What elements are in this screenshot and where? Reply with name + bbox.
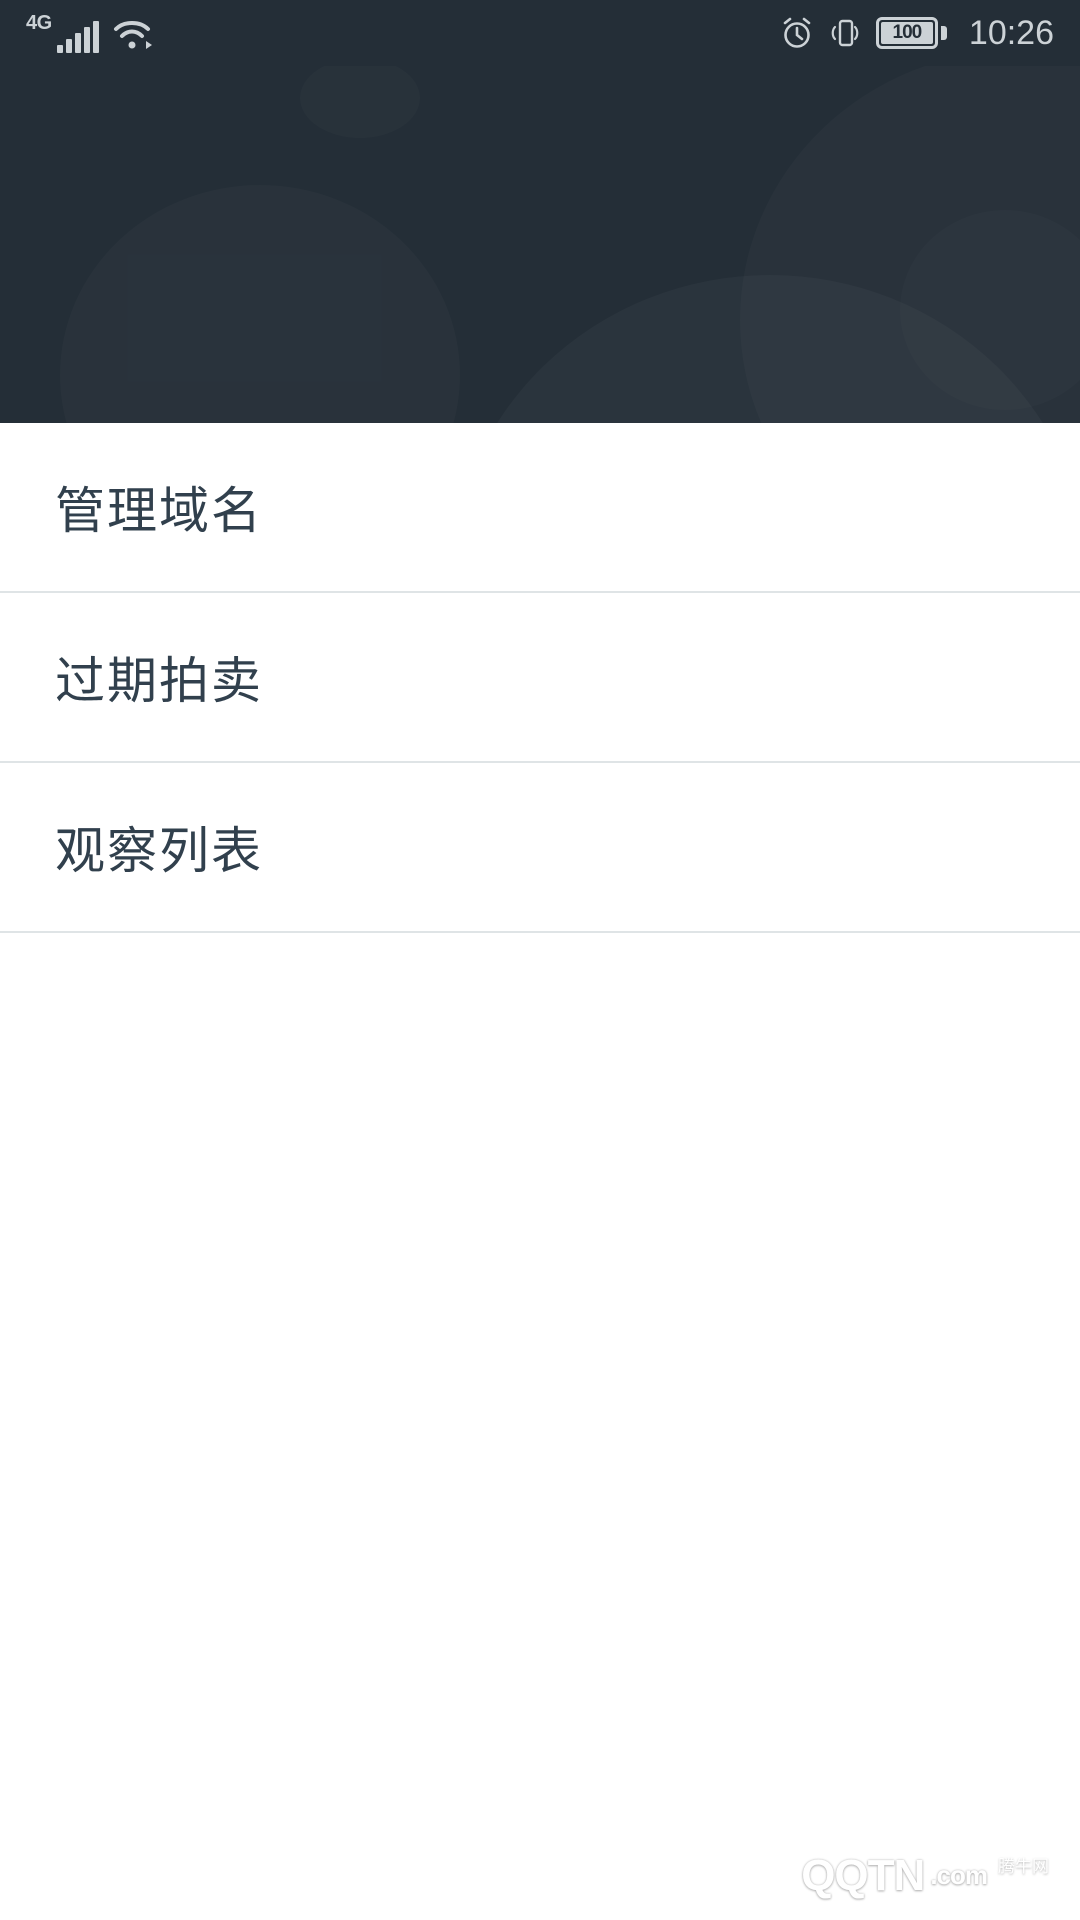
alarm-clock-icon [783, 17, 811, 48]
menu-item-label: 管理域名 [55, 482, 263, 540]
cellular-indicator: 4G [26, 13, 99, 53]
header-blob-decoration [300, 58, 420, 138]
battery-level: 100 [880, 22, 933, 44]
header-blob-decoration [60, 185, 460, 423]
watermark-suffix: .com [930, 1860, 988, 1890]
network-type-label: 4G [26, 12, 52, 34]
app-screen: AKING matthew 4G [0, 0, 1080, 1920]
battery-cap [940, 26, 947, 40]
status-bar: 4G 100 10:26 [0, 0, 1080, 66]
battery-body: 100 [875, 17, 938, 49]
menu-item-manage-domains[interactable]: 管理域名 [0, 423, 1080, 593]
drawer-menu-list: 管理域名 过期拍卖 观察列表 [0, 423, 1080, 933]
watermark: QQTN .com 腾牛网 [743, 1849, 1058, 1902]
status-bar-clock: 10:26 [968, 13, 1054, 52]
signal-bars-icon [56, 21, 99, 53]
menu-item-label: 观察列表 [55, 822, 263, 880]
menu-item-label: 过期拍卖 [55, 652, 263, 710]
menu-item-watch-list[interactable]: 观察列表 [0, 763, 1080, 933]
status-bar-left: 4G [26, 13, 157, 53]
watermark-brand: QQTN [801, 1850, 925, 1900]
battery-icon: 100 [875, 17, 947, 49]
watermark-badge: 腾牛网 [989, 1849, 1058, 1880]
menu-item-expired-auctions[interactable]: 过期拍卖 [0, 593, 1080, 763]
qqtn-logo-icon [745, 1851, 794, 1900]
status-bar-right: 100 10:26 [780, 14, 1054, 53]
wifi-icon [113, 21, 152, 49]
vibrate-icon [831, 19, 859, 47]
